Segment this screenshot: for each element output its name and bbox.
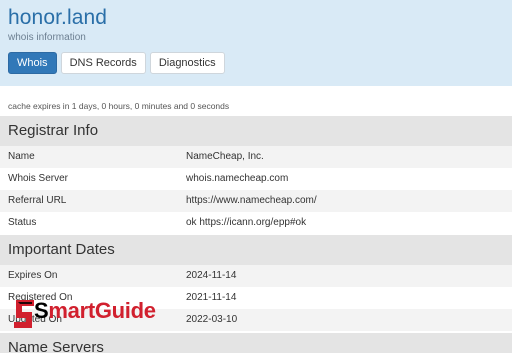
section-heading-important-dates: Important Dates [0,235,512,265]
table-row: Expires On 2024-11-14 [0,265,512,287]
row-value: 2021-11-14 [186,292,237,303]
table-row: Status ok https://icann.org/epp#ok [0,212,512,234]
tab-diagnostics[interactable]: Diagnostics [149,52,225,74]
watermark-rest: martGuide [48,298,156,323]
domain-title: honor.land [8,6,108,29]
row-key: Expires On [8,270,58,281]
row-value: NameCheap, Inc. [186,151,264,162]
section-heading-name-servers: Name Servers [0,333,512,353]
row-value: 2024-11-14 [186,270,237,281]
page-subtitle: whois information [8,32,86,43]
smartguide-watermark: SmartGuide [12,296,172,336]
row-key: Whois Server [8,173,69,184]
row-value: 2022-03-10 [186,314,238,325]
row-key: Status [8,217,37,228]
watermark-text: SmartGuide [34,298,156,324]
section-heading-registrar-info: Registrar Info [0,116,512,146]
row-key: Name [8,151,35,162]
tab-whois[interactable]: Whois [8,52,57,74]
table-row: Referral URL https://www.namecheap.com/ [0,190,512,212]
site-header: honor.land whois information Whois DNS R… [0,0,512,86]
cache-notice: cache expires in 1 days, 0 hours, 0 minu… [8,101,230,111]
watermark-prefix: S [34,298,49,323]
row-value: ok https://icann.org/epp#ok [186,217,307,228]
table-row: Whois Server whois.namecheap.com [0,168,512,190]
tab-bar: Whois DNS Records Diagnostics [8,52,229,74]
row-key: Referral URL [8,195,67,206]
tab-dns-records[interactable]: DNS Records [60,52,146,74]
row-value: whois.namecheap.com [186,173,289,184]
table-row: Name NameCheap, Inc. [0,146,512,168]
row-value: https://www.namecheap.com/ [186,195,317,206]
